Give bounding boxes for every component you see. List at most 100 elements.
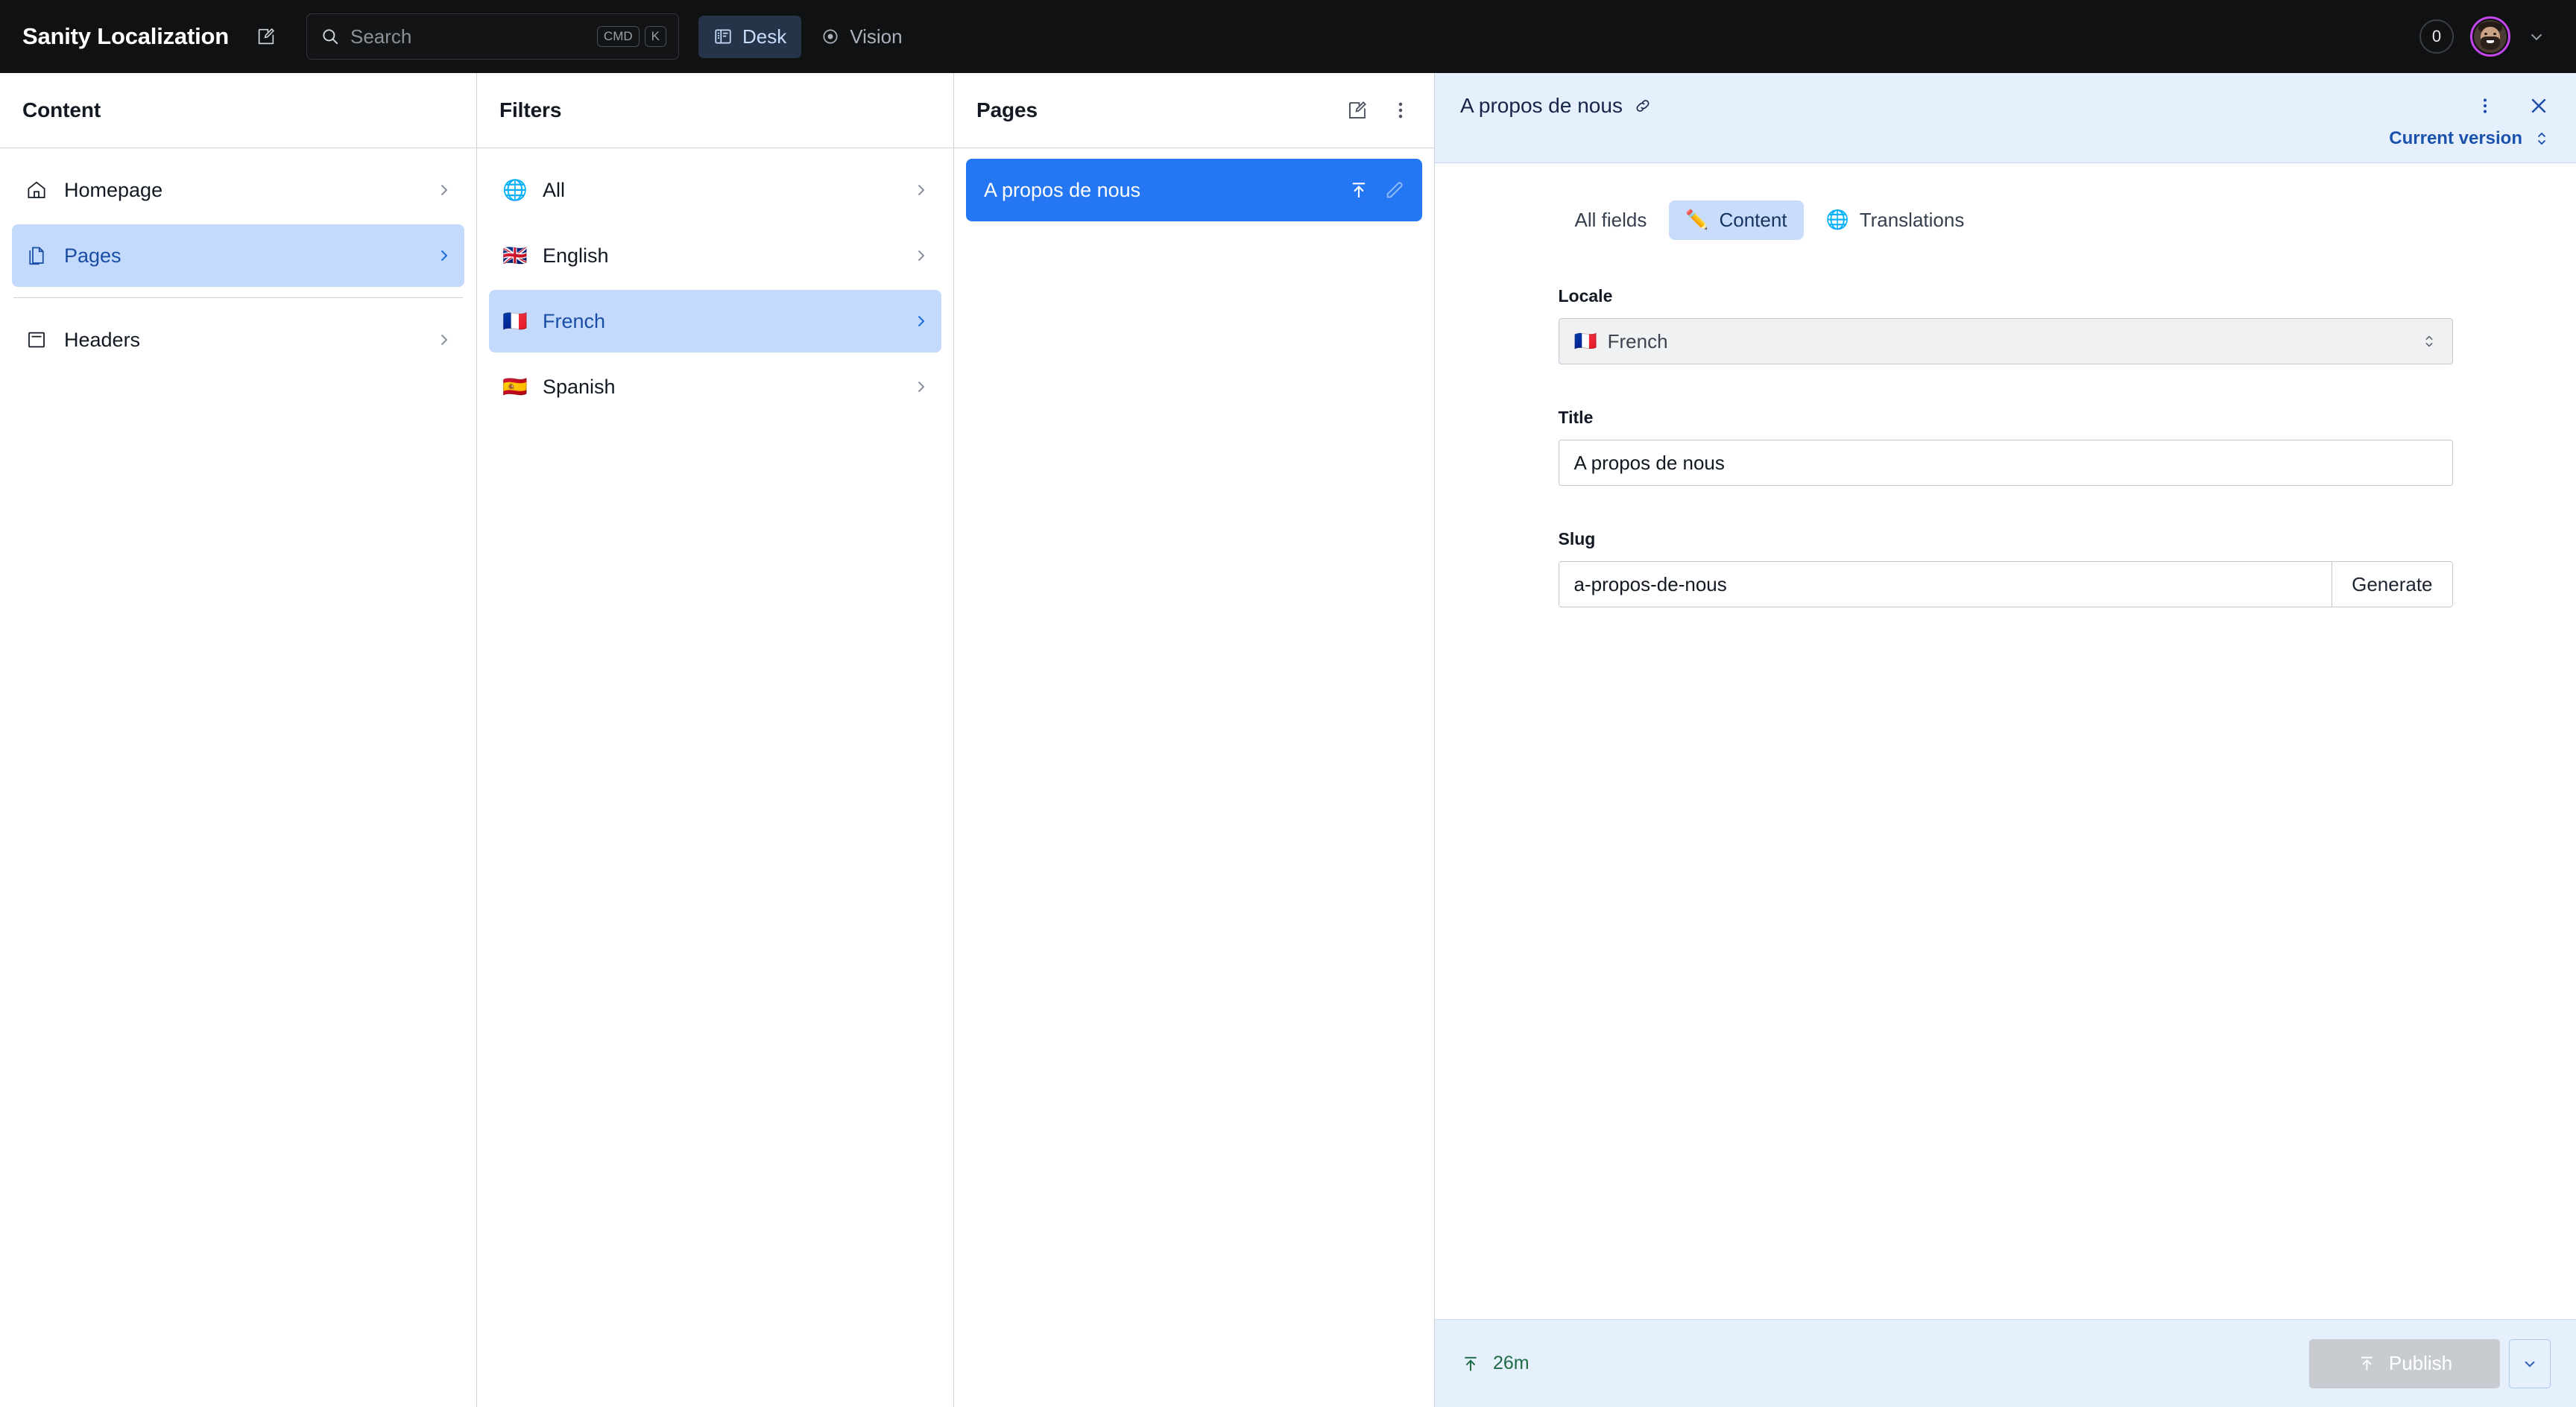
link-icon[interactable] [1633,96,1652,116]
slug-field-row: a-propos-de-nous Generate [1558,561,2453,607]
document-field-group-tabs: All fields ✏️ Content 🌐 Translations [1559,200,2453,240]
filter-item-french[interactable]: 🇫🇷 French [489,290,941,352]
avatar-image [2474,20,2507,53]
document-more-vertical-icon[interactable] [2475,95,2496,116]
flag-france-icon: 🇫🇷 [1573,330,1597,352]
chevron-right-icon [912,247,929,265]
filter-item-spanish[interactable]: 🇪🇸 Spanish [489,355,941,418]
tab-content-label: Content [1719,209,1787,231]
close-icon[interactable] [2527,94,2551,118]
notifications-count-badge[interactable]: 0 [2419,19,2454,54]
create-document-button[interactable] [1346,99,1368,121]
search-icon [321,27,340,46]
flag-france-icon: 🇫🇷 [502,309,528,332]
tab-all-fields-label: All fields [1574,209,1647,231]
document-pane: A propos de nous Current version All fie… [1435,73,2576,1407]
pencil-icon[interactable] [1383,179,1406,201]
publish-icon[interactable] [1348,179,1370,201]
search-input[interactable]: Search CMD K [306,13,679,60]
search-shortcut-hint: CMD K [596,26,666,47]
sidebar-item-pages-label: Pages [64,244,121,267]
sidebar-item-homepage[interactable]: Homepage [12,159,464,221]
eye-icon [821,27,840,46]
generate-slug-button[interactable]: Generate [2332,561,2453,607]
slug-input-value: a-propos-de-nous [1573,572,1727,595]
pages-pane-title: Pages [976,98,1038,121]
document-title: A propos de nous [1460,94,1623,117]
publish-icon [1460,1353,1481,1374]
tab-desk[interactable]: Desk [698,15,802,58]
sidebar-item-headers-label: Headers [64,328,141,351]
locale-select[interactable]: 🇫🇷 French [1558,318,2453,364]
title-input[interactable]: A propos de nous [1558,440,2453,486]
version-label: Current version [2389,128,2522,148]
tab-translations-label: Translations [1859,209,1965,231]
structure-icon [713,27,733,46]
chevron-right-icon [912,312,929,330]
document-pane-header: A propos de nous Current version [1435,73,2576,163]
document-form-scroll-area: All fields ✏️ Content 🌐 Translations Loc… [1435,163,2576,1319]
content-pane-list: Homepage Pages Headers [0,148,476,1407]
tab-translations[interactable]: 🌐 Translations [1810,200,1981,240]
top-nav-right-cluster: 0 [2419,16,2546,57]
filter-item-all[interactable]: 🌐 All [489,159,941,221]
chevron-right-icon [435,247,452,265]
tab-all-fields[interactable]: All fields [1559,200,1664,240]
flag-spain-icon: 🇪🇸 [502,375,528,398]
tab-vision-label: Vision [850,25,903,48]
chevron-right-icon [435,181,452,199]
locale-field: Locale 🇫🇷 French [1558,286,2453,364]
pencil-emoji-icon: ✏️ [1685,209,1709,230]
chevron-right-icon [912,378,929,396]
filters-pane: Filters 🌐 All 🇬🇧 English 🇫🇷 French 🇪🇸 Sp… [477,73,954,1407]
documents-icon [25,244,48,267]
flag-uk-icon: 🇬🇧 [502,244,528,267]
app-brand-title: Sanity Localization [22,23,229,49]
filter-item-french-label: French [543,309,606,332]
slug-field: Slug a-propos-de-nous Generate [1558,529,2453,607]
compose-new-document-button[interactable] [250,20,282,53]
avatar[interactable] [2470,16,2510,57]
sidebar-item-pages[interactable]: Pages [12,224,464,287]
compose-icon [256,26,277,47]
document-form: All fields ✏️ Content 🌐 Translations Loc… [1558,200,2453,607]
slug-field-label: Slug [1558,529,1596,548]
header-block-icon [25,329,48,351]
filter-item-all-label: All [543,178,566,201]
filters-pane-list: 🌐 All 🇬🇧 English 🇫🇷 French 🇪🇸 Spanish [477,148,953,1407]
filter-item-english[interactable]: 🇬🇧 English [489,224,941,287]
tab-desk-label: Desk [742,25,787,48]
last-published-time: 26m [1493,1353,1530,1373]
list-item[interactable]: A propos de nous [966,159,1422,221]
pages-pane-more-vertical-icon[interactable] [1389,99,1412,121]
pages-pane: Pages A propos de nous [954,73,1435,1407]
chevron-right-icon [912,181,929,199]
filter-item-spanish-label: Spanish [543,375,616,398]
content-pane: Content Homepage Pages Headers [0,73,477,1407]
content-pane-header: Content [0,73,476,148]
document-actions: Publish [2309,1338,2551,1388]
publish-button[interactable]: Publish [2309,1338,2500,1388]
chevron-down-icon [2520,1354,2539,1373]
tab-content[interactable]: ✏️ Content [1669,200,1804,240]
publish-button-label: Publish [2388,1352,2453,1374]
title-input-value: A propos de nous [1573,451,1725,474]
slug-input[interactable]: a-propos-de-nous [1558,561,2333,607]
tab-vision[interactable]: Vision [806,16,917,58]
search-placeholder-text: Search [350,25,412,48]
document-publish-status: 26m [1460,1353,1530,1374]
filters-pane-title: Filters [499,98,562,121]
chevron-right-icon [435,331,452,349]
kbd-k: K [644,26,666,47]
kbd-cmd: CMD [596,26,640,47]
chevron-updown-icon [2421,332,2437,351]
publish-more-actions-button[interactable] [2509,1338,2551,1388]
document-version-selector[interactable]: Current version [1460,128,2551,149]
content-pane-title: Content [22,98,101,121]
document-header-actions [2475,94,2551,118]
sidebar-item-headers[interactable]: Headers [12,309,464,371]
chevron-updown-icon [2533,129,2551,148]
user-menu-chevron-down-icon[interactable] [2527,27,2546,46]
globe-icon: 🌐 [502,178,528,201]
title-field-label: Title [1558,408,1594,427]
